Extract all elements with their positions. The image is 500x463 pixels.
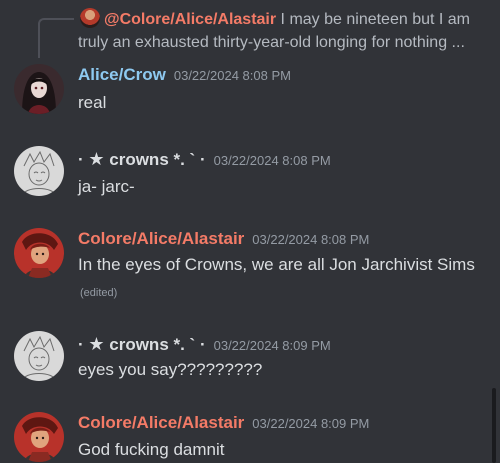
username[interactable]: · ★ crowns *. ` ·: [78, 149, 206, 169]
message-content: real: [78, 93, 107, 112]
message-header: Alice/Crow 03/22/2024 8:08 PM: [78, 64, 291, 87]
reply-text: @Colore/Alice/Alastair I may be nineteen…: [78, 8, 498, 54]
message-header: · ★ crowns *. ` · 03/22/2024 8:09 PM: [78, 333, 331, 357]
reply-connector-line: [38, 18, 74, 58]
username-text: crowns *. ` ·: [104, 335, 206, 354]
avatar[interactable]: [14, 146, 64, 196]
username[interactable]: Colore/Alice/Alastair: [78, 229, 244, 248]
username[interactable]: · ★ crowns *. ` ·: [78, 334, 206, 354]
reply-author[interactable]: @Colore/Alice/Alastair: [104, 11, 276, 28]
message-group: Colore/Alice/Alastair 03/22/2024 8:08 PM …: [0, 226, 500, 306]
star-icon: ★: [88, 334, 105, 354]
username-text: crowns *. ` ·: [104, 150, 206, 169]
message-group: Alice/Crow 03/22/2024 8:08 PM real: [0, 62, 500, 122]
avatar[interactable]: [14, 64, 64, 114]
star-icon: ★: [88, 149, 105, 169]
message-content: In the eyes of Crowns, we are all Jon Ja…: [78, 252, 488, 306]
avatar[interactable]: [14, 412, 64, 462]
scrollbar[interactable]: [492, 388, 496, 463]
username-prefix: ·: [78, 335, 89, 354]
timestamp[interactable]: 03/22/2024 8:09 PM: [252, 416, 369, 431]
chat-message-list: @Colore/Alice/Alastair I may be nineteen…: [0, 0, 500, 463]
avatar[interactable]: [14, 331, 64, 381]
reply-preview[interactable]: @Colore/Alice/Alastair I may be nineteen…: [38, 0, 500, 60]
avatar[interactable]: [14, 228, 64, 278]
message-text: In the eyes of Crowns, we are all Jon Ja…: [78, 255, 475, 274]
message-group: · ★ crowns *. ` · 03/22/2024 8:08 PM ja- …: [0, 146, 500, 206]
edited-label: (edited): [80, 287, 118, 299]
message-group: Colore/Alice/Alastair 03/22/2024 8:09 PM …: [0, 410, 500, 463]
username[interactable]: Colore/Alice/Alastair: [78, 413, 244, 432]
message-content: eyes you say?????????: [78, 360, 263, 379]
message-group: · ★ crowns *. ` · 03/22/2024 8:09 PM eyes…: [0, 331, 500, 391]
timestamp[interactable]: 03/22/2024 8:09 PM: [214, 338, 331, 353]
timestamp[interactable]: 03/22/2024 8:08 PM: [252, 232, 369, 247]
message-header: Colore/Alice/Alastair 03/22/2024 8:08 PM: [78, 228, 369, 251]
username-prefix: ·: [78, 150, 89, 169]
timestamp[interactable]: 03/22/2024 8:08 PM: [214, 153, 331, 168]
message-header: Colore/Alice/Alastair 03/22/2024 8:09 PM: [78, 412, 369, 435]
message-content: ja- jarc-: [78, 177, 135, 196]
message-content: God fucking damnit: [78, 440, 225, 459]
message-header: · ★ crowns *. ` · 03/22/2024 8:08 PM: [78, 148, 331, 172]
username[interactable]: Alice/Crow: [78, 65, 166, 84]
timestamp[interactable]: 03/22/2024 8:08 PM: [174, 68, 291, 83]
